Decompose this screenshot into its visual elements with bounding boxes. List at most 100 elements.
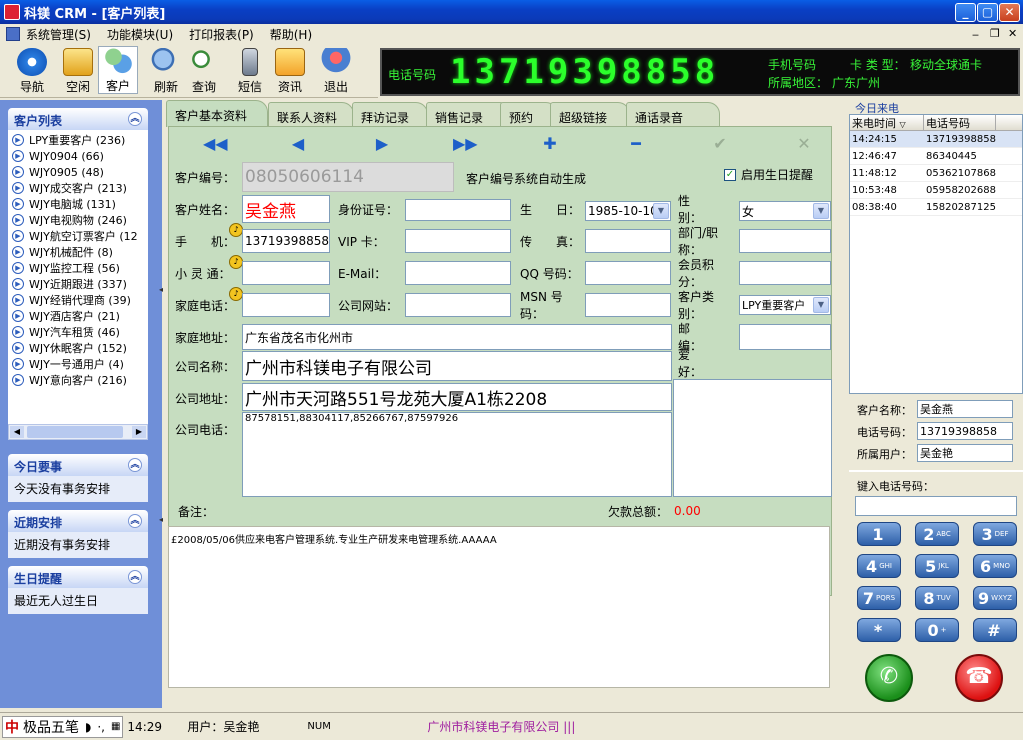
customer-group-item[interactable]: ▶ WJY休眠客户 (152): [12, 340, 144, 356]
cust-type-select[interactable]: LPY重要客户 ▼: [739, 295, 831, 315]
dial-key[interactable]: *: [857, 618, 901, 642]
fax-field[interactable]: [585, 229, 671, 253]
mobile-field[interactable]: 13719398858: [242, 229, 330, 253]
company-field[interactable]: 广州市科镁电子有限公司: [242, 351, 672, 381]
customer-group-item[interactable]: ▶ WJY机械配件 (8): [12, 244, 144, 260]
company-addr-field[interactable]: 广州市天河路551号龙苑大厦A1栋2208: [242, 383, 672, 411]
first-record-icon[interactable]: ◀◀: [203, 135, 228, 153]
last-record-icon[interactable]: ▶▶: [453, 135, 478, 153]
dial-key[interactable]: 5 JKL: [915, 554, 959, 578]
search-button[interactable]: 查询: [184, 48, 224, 95]
keyboard-icon[interactable]: ▦: [111, 721, 120, 732]
tab-recordings[interactable]: 通话录音: [626, 102, 720, 126]
expand-icon[interactable]: ▶: [12, 342, 24, 354]
call-row[interactable]: 12:46:47 86340445: [850, 148, 1022, 165]
menu-modules[interactable]: 功能模块(U): [107, 26, 173, 43]
dial-key[interactable]: 4 GHI: [857, 554, 901, 578]
birth-select[interactable]: 1985-10-10 ▼: [585, 201, 671, 221]
maximize-button[interactable]: ▢: [977, 3, 998, 22]
customer-group-item[interactable]: ▶ WJY电视购物 (246): [12, 212, 144, 228]
tab-basic-info[interactable]: 客户基本资料: [166, 100, 268, 127]
customer-group-item[interactable]: ▶ WJY0904 (66): [12, 148, 144, 164]
expand-icon[interactable]: ▶: [12, 246, 24, 258]
id-field[interactable]: [405, 199, 511, 221]
mdi-min-button[interactable]: ‒: [972, 28, 979, 41]
customer-group-item[interactable]: ▶ WJY汽车租赁 (46): [12, 324, 144, 340]
dial-key[interactable]: 9 WXYZ: [973, 586, 1017, 610]
menu-print[interactable]: 打印报表(P): [189, 26, 254, 43]
dial-key[interactable]: 0 +: [915, 618, 959, 642]
expand-icon[interactable]: ▶: [12, 166, 24, 178]
zip-field[interactable]: [739, 324, 831, 350]
customer-group-item[interactable]: ▶ WJY电脑城 (131): [12, 196, 144, 212]
customer-group-item[interactable]: ▶ WJY近期跟进 (337): [12, 276, 144, 292]
menu-system[interactable]: 系统管理(S): [26, 26, 91, 43]
dial-input[interactable]: [855, 496, 1017, 516]
customer-group-item[interactable]: ▶ WJY酒店客户 (21): [12, 308, 144, 324]
minimize-button[interactable]: _: [955, 3, 976, 22]
expand-icon[interactable]: ▶: [12, 374, 24, 386]
website-field[interactable]: [405, 293, 511, 317]
confirm-icon[interactable]: ✔: [711, 135, 729, 153]
collapse-icon[interactable]: ︽: [128, 514, 142, 528]
bell-icon[interactable]: ♪: [229, 255, 243, 269]
customer-group-item[interactable]: ▶ WJY一号通用户 (4): [12, 356, 144, 372]
customer-button[interactable]: 客户: [98, 46, 138, 94]
expand-icon[interactable]: ▶: [12, 214, 24, 226]
tab-contacts[interactable]: 联系人资料: [268, 102, 354, 126]
dial-key[interactable]: 2 ABC: [915, 522, 959, 546]
email-field[interactable]: [405, 261, 511, 285]
qq-field[interactable]: [585, 261, 671, 285]
horizontal-scrollbar[interactable]: ◀ ▶: [8, 424, 148, 440]
customer-group-item[interactable]: ▶ WJY监控工程 (56): [12, 260, 144, 276]
expand-icon[interactable]: ▶: [12, 326, 24, 338]
mdi-close-button[interactable]: ✕: [1008, 27, 1017, 40]
scroll-right-icon[interactable]: ▶: [132, 426, 146, 438]
bell-icon[interactable]: ♪: [229, 287, 243, 301]
expand-icon[interactable]: ▶: [12, 358, 24, 370]
remark-field[interactable]: £2008/05/06供应来电客户管理系统.专业生产研发来电管理系统.AAAAA: [168, 526, 830, 688]
home-addr-field[interactable]: 广东省茂名市化州市: [242, 324, 672, 350]
home-phone-field[interactable]: [242, 293, 330, 317]
tab-visits[interactable]: 拜访记录: [352, 102, 428, 126]
dial-key[interactable]: 1: [857, 522, 901, 546]
close-button[interactable]: ✕: [999, 3, 1020, 22]
nav-button[interactable]: 导航: [12, 48, 52, 95]
col-time-header[interactable]: 来电时间 ▽: [850, 115, 924, 130]
customer-group-item[interactable]: ▶ LPY重要客户 (236): [12, 132, 144, 148]
dept-field[interactable]: [739, 229, 831, 253]
dial-key[interactable]: 7 PQRS: [857, 586, 901, 610]
menu-help[interactable]: 帮助(H): [270, 26, 312, 43]
sms-button[interactable]: 短信: [230, 48, 270, 95]
ime-indicator[interactable]: 中 极品五笔 ◗ ·, ▦: [2, 715, 124, 738]
expand-icon[interactable]: ▶: [12, 182, 24, 194]
hobby-field[interactable]: [673, 379, 832, 497]
call-button[interactable]: ✆: [865, 654, 913, 702]
expand-icon[interactable]: ▶: [12, 278, 24, 290]
dial-key[interactable]: 8 TUV: [915, 586, 959, 610]
customer-group-item[interactable]: ▶ WJY0905 (48): [12, 164, 144, 180]
chevron-down-icon[interactable]: ▼: [813, 203, 829, 219]
half-width-icon[interactable]: ◗: [85, 720, 91, 734]
birthday-reminder-checkbox[interactable]: ✓: [724, 169, 736, 181]
news-button[interactable]: 资讯: [270, 48, 310, 95]
expand-icon[interactable]: ▶: [12, 134, 24, 146]
exit-button[interactable]: 退出: [316, 48, 356, 95]
chevron-down-icon[interactable]: ▼: [813, 297, 829, 313]
tab-links[interactable]: 超级链接: [550, 102, 630, 126]
points-field[interactable]: [739, 261, 831, 285]
customer-group-item[interactable]: ▶ WJY经销代理商 (39): [12, 292, 144, 308]
customer-group-item[interactable]: ▶ WJY意向客户 (216): [12, 372, 144, 388]
col-number-header[interactable]: 电话号码: [924, 115, 996, 130]
hangup-button[interactable]: ☎: [955, 654, 1003, 702]
call-row[interactable]: 14:24:15 13719398858: [850, 131, 1022, 148]
punctuation-icon[interactable]: ·,: [97, 720, 105, 734]
call-row[interactable]: 10:53:48 05958202688: [850, 182, 1022, 199]
customer-group-item[interactable]: ▶ WJY成交客户 (213): [12, 180, 144, 196]
collapse-icon[interactable]: ︽: [128, 570, 142, 584]
expand-icon[interactable]: ▶: [12, 198, 24, 210]
expand-icon[interactable]: ▶: [12, 150, 24, 162]
cancel-icon[interactable]: ✕: [795, 135, 813, 153]
bell-icon[interactable]: ♪: [229, 223, 243, 237]
customer-group-item[interactable]: ▶ WJY航空订票客户 (12: [12, 228, 144, 244]
